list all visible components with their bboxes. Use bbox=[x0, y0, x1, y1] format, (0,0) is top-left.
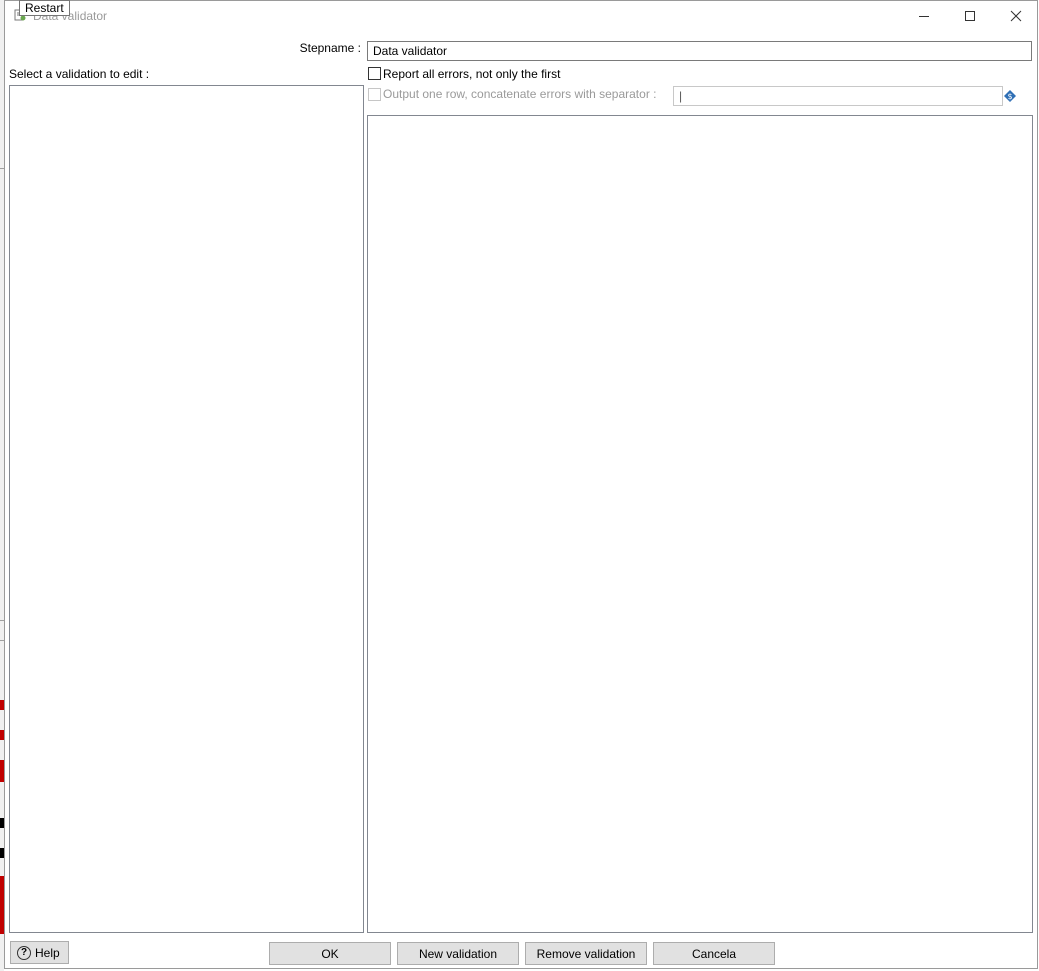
remove-validation-button-label: Remove validation bbox=[536, 946, 636, 961]
ok-button[interactable]: OK bbox=[269, 942, 391, 965]
output-one-row-checkbox[interactable] bbox=[368, 88, 381, 101]
stepname-input[interactable]: Data validator bbox=[367, 41, 1032, 61]
restart-tooltip: Restart bbox=[19, 0, 70, 16]
new-validation-button-label: New validation bbox=[418, 946, 498, 961]
data-validator-dialog: Data validator Stepname : Data validator… bbox=[4, 0, 1038, 969]
close-button[interactable] bbox=[993, 1, 1039, 31]
new-validation-button[interactable]: New validation bbox=[397, 942, 519, 965]
validation-list[interactable] bbox=[9, 85, 364, 933]
ok-button-label: OK bbox=[321, 946, 339, 961]
output-one-row-label: Output one row, concatenate errors with … bbox=[383, 87, 657, 101]
separator-input[interactable]: | bbox=[673, 86, 1003, 106]
title-bar[interactable]: Data validator bbox=[5, 1, 1037, 31]
report-all-errors-label: Report all errors, not only the first bbox=[383, 67, 561, 81]
select-validation-label: Select a validation to edit : bbox=[9, 67, 150, 81]
cancel-button[interactable]: Cancela bbox=[653, 942, 775, 965]
validation-editor-panel bbox=[367, 115, 1033, 933]
report-all-errors-checkbox[interactable] bbox=[368, 67, 381, 80]
cancel-button-label: Cancela bbox=[691, 946, 737, 961]
close-icon bbox=[1010, 10, 1022, 22]
help-button[interactable]: ? Help bbox=[10, 941, 69, 964]
help-button-label: Help bbox=[35, 945, 60, 960]
minimize-icon bbox=[919, 16, 929, 17]
minimize-button[interactable] bbox=[901, 1, 947, 31]
svg-text:$: $ bbox=[1007, 92, 1012, 101]
help-circle-icon: ? bbox=[17, 945, 31, 960]
variable-diamond-icon[interactable]: $ bbox=[1003, 89, 1017, 103]
remove-validation-button[interactable]: Remove validation bbox=[525, 942, 647, 965]
stepname-label: Stepname : bbox=[299, 41, 361, 55]
maximize-icon bbox=[965, 11, 975, 21]
maximize-button[interactable] bbox=[947, 1, 993, 31]
